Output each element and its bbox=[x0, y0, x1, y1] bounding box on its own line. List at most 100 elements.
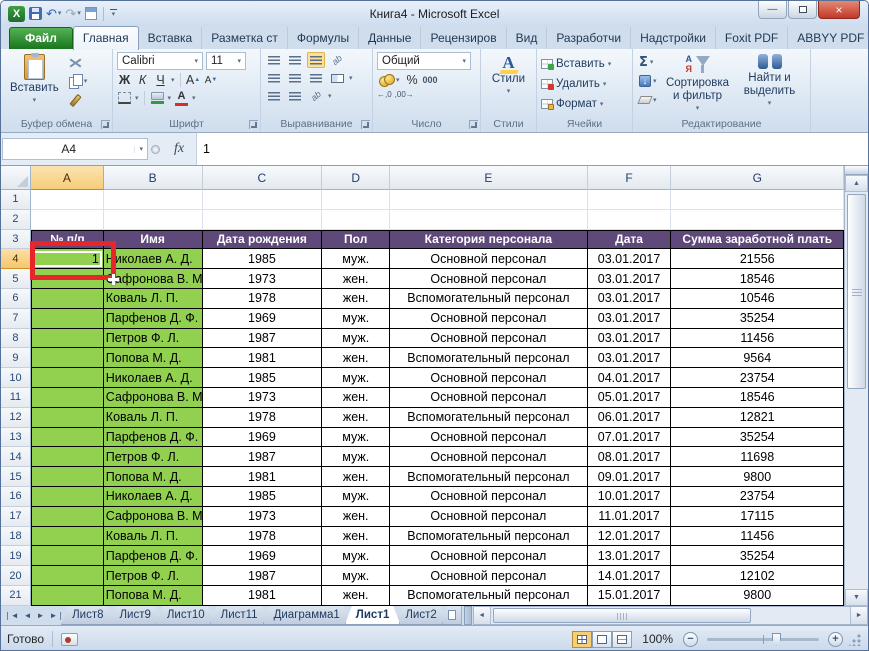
cell-B4[interactable]: Николаев А. Д. bbox=[103, 249, 203, 270]
page-break-view-button[interactable] bbox=[612, 630, 633, 648]
percent-style-button[interactable]: % bbox=[405, 72, 420, 88]
number-dialog-launcher[interactable] bbox=[469, 120, 478, 129]
cell-G9[interactable]: 9564 bbox=[671, 348, 845, 369]
row-header-2[interactable]: 2 bbox=[1, 209, 31, 230]
cell-B13[interactable]: Парфенов Д. Ф. bbox=[103, 427, 203, 448]
zoom-out-button[interactable]: − bbox=[683, 631, 698, 647]
cell-A2[interactable] bbox=[30, 209, 104, 230]
cell-G10[interactable]: 23754 bbox=[671, 368, 845, 388]
undo-button[interactable]: ↶ ▾ bbox=[46, 7, 61, 20]
zoom-slider[interactable] bbox=[707, 632, 819, 646]
cell-B19[interactable]: Парфенов Д. Ф. bbox=[103, 546, 203, 567]
column-header-E[interactable]: E bbox=[390, 166, 588, 190]
macro-record-icon[interactable] bbox=[61, 632, 79, 646]
cell-E20[interactable]: Основной персонал bbox=[390, 566, 588, 586]
cell-F7[interactable]: 03.01.2017 bbox=[587, 308, 672, 329]
cell-D8[interactable]: муж. bbox=[322, 328, 391, 349]
cell-E4[interactable]: Основной персонал bbox=[390, 249, 588, 270]
cell-F8[interactable]: 03.01.2017 bbox=[587, 328, 672, 349]
cell-G18[interactable]: 11456 bbox=[671, 526, 845, 547]
vscroll-thumb[interactable] bbox=[847, 194, 867, 389]
accounting-format-button[interactable]: ▾ bbox=[377, 72, 402, 88]
fill-color-button[interactable] bbox=[150, 90, 165, 106]
column-header-B[interactable]: B bbox=[103, 166, 203, 190]
cell-B3[interactable]: Имя bbox=[103, 229, 203, 250]
cell-E18[interactable]: Вспомогательный персонал bbox=[390, 526, 588, 547]
cell-G1[interactable] bbox=[671, 190, 845, 210]
page-layout-view-button[interactable] bbox=[592, 630, 613, 648]
row-header-5[interactable]: 5 bbox=[1, 269, 31, 289]
cell-E11[interactable]: Основной персонал bbox=[390, 387, 588, 408]
zoom-level[interactable]: 100% bbox=[642, 632, 673, 646]
cell-A1[interactable] bbox=[30, 190, 104, 210]
cell-A15[interactable] bbox=[30, 467, 104, 487]
cell-F19[interactable]: 13.01.2017 bbox=[587, 546, 672, 567]
number-format-select[interactable]: Общий ▾ bbox=[377, 52, 471, 70]
tab-Разработчи[interactable]: Разработчи bbox=[547, 27, 632, 49]
cell-A12[interactable] bbox=[30, 407, 104, 428]
row-header-18[interactable]: 18 bbox=[1, 526, 31, 547]
cell-B11[interactable]: Сафронова В. М. bbox=[103, 387, 203, 408]
column-header-F[interactable]: F bbox=[587, 166, 672, 190]
cell-E12[interactable]: Вспомогательный персонал bbox=[390, 407, 588, 428]
cell-F11[interactable]: 05.01.2017 bbox=[587, 387, 672, 408]
format-cells-button[interactable]: Формат ▾ bbox=[541, 95, 628, 113]
tab-Данные[interactable]: Данные bbox=[359, 27, 422, 49]
cell-B7[interactable]: Парфенов Д. Ф. bbox=[103, 308, 203, 329]
cell-G11[interactable]: 18546 bbox=[671, 387, 845, 408]
cell-G4[interactable]: 21556 bbox=[671, 249, 845, 270]
cell-F10[interactable]: 04.01.2017 bbox=[587, 368, 672, 388]
cell-A18[interactable] bbox=[30, 526, 104, 547]
format-painter-button[interactable] bbox=[67, 92, 90, 108]
cell-D18[interactable]: жен. bbox=[322, 526, 391, 547]
row-header-9[interactable]: 9 bbox=[1, 348, 31, 369]
customize-qat-button[interactable]: ▾ bbox=[109, 9, 117, 18]
cell-C6[interactable]: 1978 bbox=[202, 288, 323, 309]
sheet-tab-Лист8[interactable]: Лист8 bbox=[61, 606, 114, 625]
cell-B18[interactable]: Коваль Л. П. bbox=[103, 526, 203, 547]
cell-A17[interactable] bbox=[30, 506, 104, 527]
cell-A10[interactable] bbox=[30, 368, 104, 388]
cell-C14[interactable]: 1987 bbox=[202, 447, 323, 468]
cell-E10[interactable]: Основной персонал bbox=[390, 368, 588, 388]
tab-Вид[interactable]: Вид bbox=[507, 27, 548, 49]
cell-C16[interactable]: 1985 bbox=[202, 486, 323, 507]
cell-C11[interactable]: 1973 bbox=[202, 387, 323, 408]
cell-B2[interactable] bbox=[103, 209, 203, 230]
cell-G16[interactable]: 23754 bbox=[671, 486, 845, 507]
cell-F12[interactable]: 06.01.2017 bbox=[587, 407, 672, 428]
column-header-C[interactable]: C bbox=[202, 166, 323, 190]
cell-C9[interactable]: 1981 bbox=[202, 348, 323, 369]
tab-Разметка ст[interactable]: Разметка ст bbox=[202, 27, 288, 49]
fill-button[interactable]: ↓ ▾ bbox=[637, 73, 659, 89]
next-sheet-icon[interactable]: ► bbox=[37, 611, 45, 620]
cell-G17[interactable]: 17115 bbox=[671, 506, 845, 527]
cell-C13[interactable]: 1969 bbox=[202, 427, 323, 448]
cell-F16[interactable]: 10.01.2017 bbox=[587, 486, 672, 507]
excel-logo-icon[interactable]: X bbox=[8, 5, 25, 22]
align-bottom-button[interactable] bbox=[307, 52, 325, 68]
sheet-tab-Диаграмма1[interactable]: Диаграмма1 bbox=[263, 606, 351, 625]
row-header-21[interactable]: 21 bbox=[1, 585, 31, 606]
row-header-15[interactable]: 15 bbox=[1, 467, 31, 487]
cell-D20[interactable]: муж. bbox=[322, 566, 391, 586]
cell-G3[interactable]: Сумма заработной плать bbox=[671, 229, 845, 250]
cell-G6[interactable]: 10546 bbox=[671, 288, 845, 309]
resize-grip[interactable] bbox=[849, 632, 862, 646]
cell-D10[interactable]: муж. bbox=[322, 368, 391, 388]
tab-Главная[interactable]: Главная bbox=[72, 26, 139, 50]
cell-A11[interactable] bbox=[30, 387, 104, 408]
grow-font-button[interactable]: А ▲ bbox=[186, 72, 201, 88]
cell-C2[interactable] bbox=[202, 209, 323, 230]
align-left-button[interactable] bbox=[265, 70, 283, 86]
increase-indent-button[interactable] bbox=[286, 88, 304, 104]
last-sheet-icon[interactable]: ►❘ bbox=[49, 611, 64, 620]
font-family-select[interactable]: Calibri ▾ bbox=[117, 52, 203, 70]
row-header-7[interactable]: 7 bbox=[1, 308, 31, 329]
find-select-button[interactable]: Найти и выделить ▾ bbox=[737, 52, 803, 109]
cell-F13[interactable]: 07.01.2017 bbox=[587, 427, 672, 448]
select-all-corner[interactable] bbox=[1, 166, 31, 190]
cell-C20[interactable]: 1987 bbox=[202, 566, 323, 586]
normal-view-button[interactable] bbox=[572, 630, 593, 648]
tab-file[interactable]: Файл bbox=[9, 27, 73, 49]
